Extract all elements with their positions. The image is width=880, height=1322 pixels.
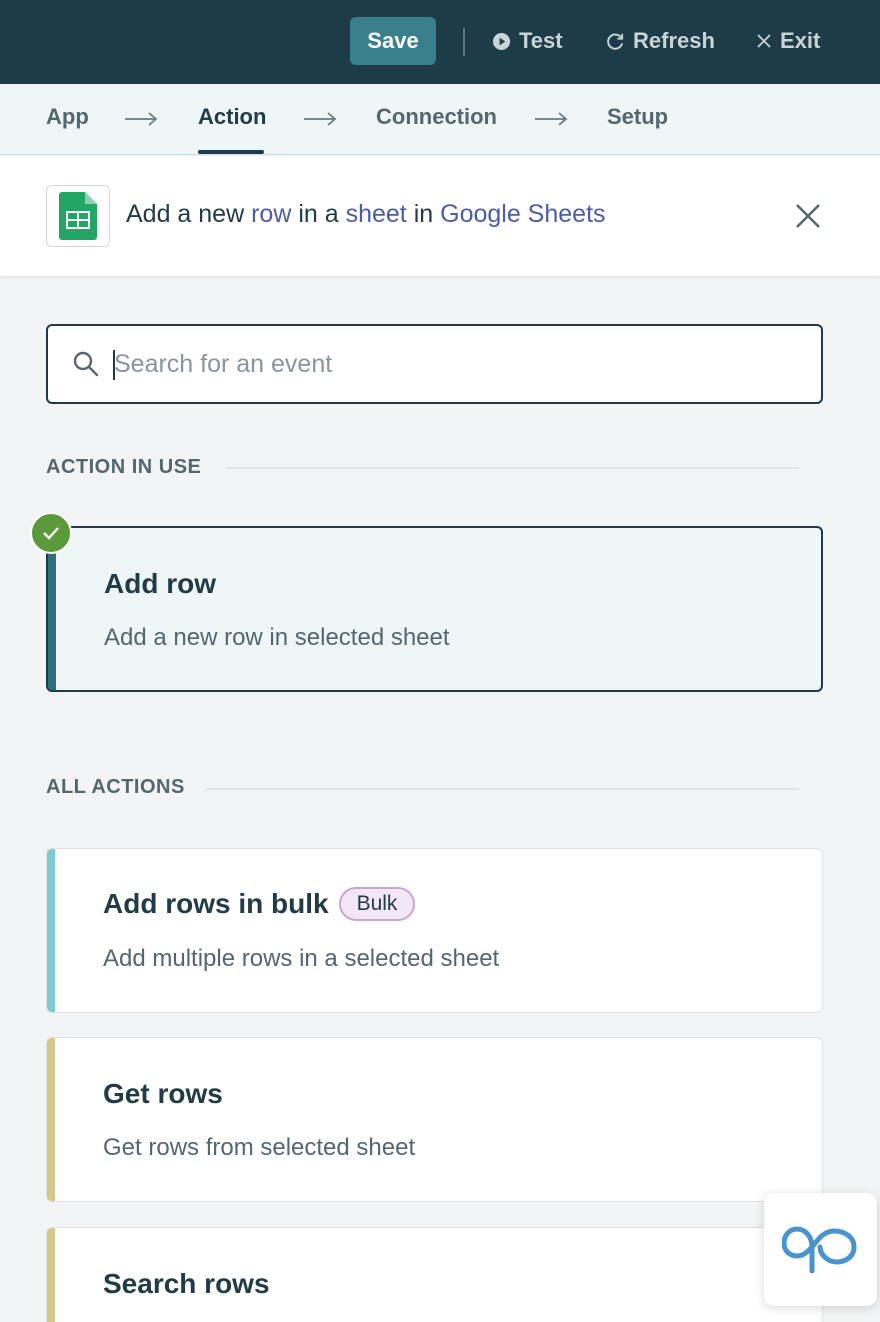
exit-button[interactable]: Exit [756,26,820,56]
top-bar: Save Test Refresh Exit [0,0,880,84]
bulk-badge: Bulk [338,887,416,921]
action-card[interactable]: Get rows Get rows from selected sheet [46,1037,823,1202]
title-middle: in a [291,200,346,228]
title-prefix: Add a new [126,200,252,228]
step-action[interactable]: Action [198,104,266,130]
search-box [46,324,823,404]
stepper: App Action Connection Setup [0,84,880,155]
card-accent-bar [47,849,55,1012]
step-app[interactable]: App [46,104,89,130]
arrow-right-icon [303,112,337,131]
toolbar-divider [463,28,465,56]
active-step-indicator [198,150,264,154]
section-header-in-use: ACTION IN USE [46,456,202,478]
search-icon [72,350,100,383]
app-event-title: Add a new row in a sheet in Google Sheet… [126,200,606,229]
step-connection[interactable]: Connection [376,104,497,130]
container-link[interactable]: sheet [346,200,407,228]
action-card[interactable]: Search rows [46,1227,823,1322]
close-icon [756,33,772,49]
action-description: Add multiple rows in a selected sheet [103,945,500,972]
save-button[interactable]: Save [350,17,436,65]
card-accent-bar [47,1228,55,1322]
action-title: Add rows in bulk [103,888,329,919]
action-card-selected[interactable]: Add row Add a new row in selected sheet [46,526,823,692]
section-divider [226,467,799,469]
section-header-all: ALL ACTIONS [46,776,185,798]
action-description: Get rows from selected sheet [103,1134,416,1161]
test-label: Test [519,28,563,53]
action-title: Search rows [103,1268,270,1299]
checkmark-icon [30,512,72,554]
exit-label: Exit [780,28,821,53]
app-header: Add a new row in a sheet in Google Sheet… [0,156,880,276]
arrow-right-icon [534,112,568,131]
title-connector: in [406,200,441,228]
refresh-label: Refresh [633,28,715,53]
test-button[interactable]: Test [492,26,563,56]
google-sheets-icon [46,185,110,247]
section-divider [206,788,799,790]
step-setup[interactable]: Setup [607,104,668,130]
close-icon[interactable] [792,200,824,237]
chat-widget-button[interactable] [764,1193,877,1306]
search-input[interactable] [114,342,794,386]
action-title: Add row [104,568,216,599]
refresh-icon [606,32,625,51]
action-title-row: Add rows in bulk Bulk [103,887,416,921]
card-accent-bar [47,1038,55,1201]
action-card[interactable]: Add rows in bulk Bulk Add multiple rows … [46,848,823,1013]
infinity-logo-icon [780,1217,860,1282]
refresh-button[interactable]: Refresh [606,26,715,56]
play-icon [492,32,511,51]
arrow-right-icon [124,112,158,131]
app-name-link[interactable]: Google Sheets [440,200,605,228]
action-description: Add a new row in selected sheet [104,624,450,651]
action-title: Get rows [103,1078,223,1109]
object-link[interactable]: row [251,200,291,228]
